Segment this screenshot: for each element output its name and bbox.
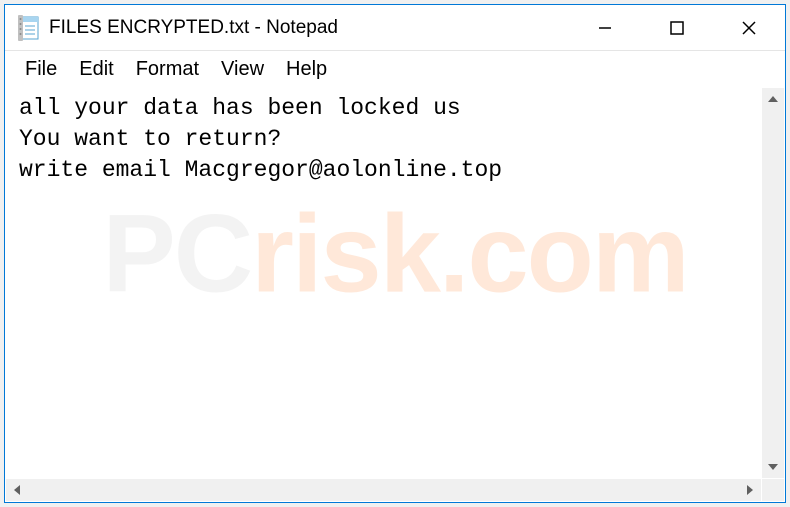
scroll-right-arrow[interactable] <box>739 479 761 501</box>
chevron-right-icon <box>747 485 753 495</box>
chevron-down-icon <box>768 464 778 470</box>
titlebar: FILES ENCRYPTED.txt - Notepad <box>5 5 785 51</box>
menu-format[interactable]: Format <box>126 54 209 85</box>
maximize-icon <box>670 21 684 35</box>
scroll-corner <box>762 479 784 501</box>
window-title: FILES ENCRYPTED.txt - Notepad <box>49 17 569 39</box>
menubar: File Edit Format View Help <box>5 51 785 87</box>
chevron-left-icon <box>14 485 20 495</box>
minimize-button[interactable] <box>569 5 641 50</box>
notepad-window: FILES ENCRYPTED.txt - Notepad File <box>4 4 786 503</box>
content-line-3: write email Macgregor@aolonline.top <box>19 157 502 183</box>
horizontal-scrollbar[interactable] <box>6 479 761 501</box>
menu-help[interactable]: Help <box>276 54 337 85</box>
close-icon <box>741 20 757 36</box>
scroll-up-arrow[interactable] <box>762 88 784 110</box>
window-controls <box>569 5 785 50</box>
maximize-button[interactable] <box>641 5 713 50</box>
content-line-2: You want to return? <box>19 126 281 152</box>
menu-edit[interactable]: Edit <box>69 54 123 85</box>
scroll-down-arrow[interactable] <box>762 456 784 478</box>
minimize-icon <box>598 21 612 35</box>
close-button[interactable] <box>713 5 785 50</box>
text-editor-area[interactable]: all your data has been locked us You wan… <box>5 87 785 502</box>
notepad-icon <box>17 16 41 40</box>
scroll-left-arrow[interactable] <box>6 479 28 501</box>
chevron-up-icon <box>768 96 778 102</box>
vertical-scrollbar[interactable] <box>762 88 784 478</box>
menu-view[interactable]: View <box>211 54 274 85</box>
content-line-1: all your data has been locked us <box>19 95 461 121</box>
menu-file[interactable]: File <box>15 54 67 85</box>
